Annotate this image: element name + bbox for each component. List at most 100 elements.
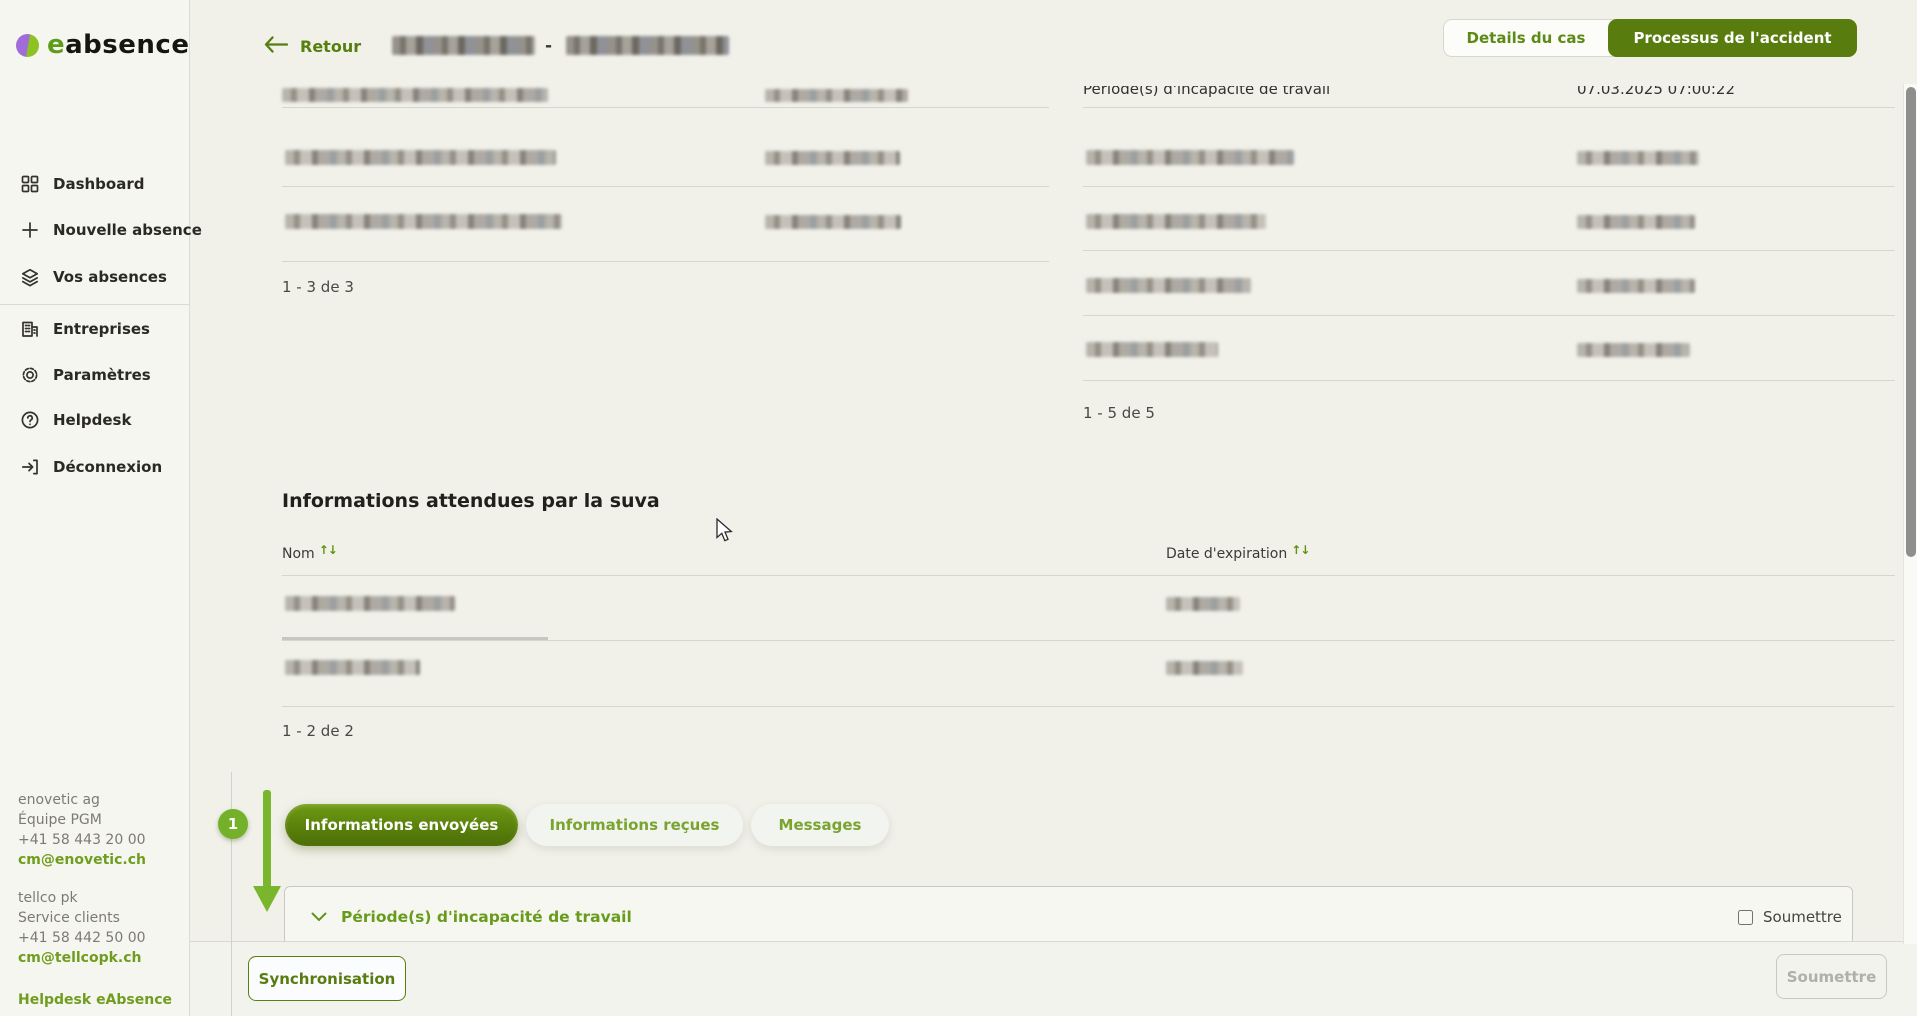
nom-sort-header[interactable]: Nom ↑↓ [282, 546, 337, 562]
scrollbar-track[interactable] [1903, 84, 1917, 944]
redacted-text [1086, 278, 1251, 293]
back-button[interactable]: Retour [264, 36, 361, 57]
annotation-arrowhead-icon [253, 886, 281, 912]
contact-block-enovetic: enovetic ag Équipe PGM +41 58 443 20 00 … [18, 790, 146, 870]
redacted-text [285, 150, 556, 165]
sidebar-item-parametres[interactable]: Paramètres [20, 362, 151, 388]
redacted-text [285, 660, 420, 675]
row-divider [1083, 315, 1895, 316]
tab-details-du-cas[interactable]: Details du cas [1444, 20, 1608, 56]
left-table-pagination: 1 - 3 de 3 [282, 278, 354, 296]
column-label: Date d'expiration [1166, 546, 1287, 562]
contact-line: enovetic ag [18, 790, 146, 810]
scrollbar-thumb[interactable] [1906, 87, 1916, 557]
sidebar-item-label: Entreprises [53, 320, 150, 338]
dashboard-icon [20, 174, 40, 194]
case-number-redacted [566, 36, 729, 55]
sidebar-item-label: Nouvelle absence [53, 221, 202, 239]
action-bar: Synchronisation Soumettre [190, 941, 1917, 1016]
redacted-text [1086, 150, 1294, 165]
sidebar-item-dashboard[interactable]: Dashboard [20, 171, 144, 197]
right-table-first-label: Période(s) d'incapacité de travail [1083, 86, 1330, 98]
redacted-text [1577, 151, 1699, 165]
logo-text-e: e [47, 30, 65, 60]
redacted-text [282, 88, 548, 102]
contact-line: Équipe PGM [18, 810, 146, 830]
case-tabs: Details du cas Processus de l'accident [1443, 19, 1857, 57]
row-divider [1083, 186, 1895, 187]
email-link-tellco[interactable]: cm@tellcopk.ch [18, 950, 142, 966]
row-divider [282, 706, 1895, 707]
logo-text: eabsence [47, 30, 189, 60]
row-divider [1083, 250, 1895, 251]
row-divider [282, 640, 1895, 641]
plus-icon [20, 220, 40, 240]
contact-line: tellco pk [18, 888, 146, 908]
contact-line: +41 58 443 20 00 [18, 830, 146, 850]
redacted-text [1086, 342, 1218, 357]
sidebar-item-nouvelle-absence[interactable]: Nouvelle absence [20, 217, 202, 243]
row-divider [282, 186, 1049, 187]
soumettre-checkbox-label: Soumettre [1763, 908, 1842, 926]
sidebar-item-label: Dashboard [53, 175, 144, 193]
soumettre-checkbox[interactable] [1738, 910, 1753, 925]
sort-icon: ↑↓ [1291, 543, 1309, 557]
pill-informations-envoyees[interactable]: Informations envoyées [285, 804, 518, 846]
accordion-title: Période(s) d'incapacité de travail [341, 908, 632, 926]
pill-messages[interactable]: Messages [751, 804, 889, 846]
sidebar: eabsence Dashboard Nouvelle absence Vos … [0, 0, 190, 1016]
sidebar-item-vos-absences[interactable]: Vos absences [20, 264, 167, 290]
email-link-enovetic[interactable]: cm@enovetic.ch [18, 852, 146, 868]
contact-line: +41 58 442 50 00 [18, 928, 146, 948]
row-divider [1083, 380, 1895, 381]
logout-icon [20, 457, 40, 477]
tab-processus-accident[interactable]: Processus de l'accident [1608, 19, 1857, 57]
suva-table-pagination: 1 - 2 de 2 [282, 722, 354, 740]
contact-line: Service clients [18, 908, 146, 928]
helpdesk-eabsence-link[interactable]: Helpdesk eAbsence [18, 992, 172, 1008]
redacted-text [1577, 215, 1695, 229]
app-logo[interactable]: eabsence [16, 30, 189, 60]
back-label: Retour [300, 37, 361, 56]
pill-informations-recues[interactable]: Informations reçues [526, 804, 743, 846]
back-arrow-icon [264, 36, 288, 57]
right-table-pagination: 1 - 5 de 5 [1083, 404, 1155, 422]
synchronisation-button[interactable]: Synchronisation [248, 956, 406, 1001]
sidebar-item-entreprises[interactable]: Entreprises [20, 316, 150, 342]
sidebar-item-label: Paramètres [53, 366, 151, 384]
chevron-down-icon [311, 907, 327, 926]
contact-block-tellco: tellco pk Service clients +41 58 442 50 … [18, 888, 146, 968]
mouse-cursor-icon [716, 518, 734, 548]
case-title-separator: - [545, 36, 552, 56]
redacted-text [1577, 279, 1695, 293]
logo-text-rest: absence [65, 30, 189, 60]
submit-button-disabled[interactable]: Soumettre [1776, 954, 1887, 999]
redacted-text [1166, 597, 1240, 611]
case-title-redacted [392, 36, 535, 55]
redacted-text [1086, 214, 1266, 229]
redacted-text [765, 151, 900, 165]
gear-icon [20, 365, 40, 385]
redacted-text [765, 215, 901, 229]
sidebar-item-helpdesk[interactable]: Helpdesk [20, 407, 131, 433]
redacted-text [285, 596, 455, 611]
expiry-sort-header[interactable]: Date d'expiration ↑↓ [1166, 546, 1309, 562]
annotation-step-badge: 1 [218, 809, 248, 839]
annotation-arrow [263, 790, 271, 888]
accordion-header[interactable]: Période(s) d'incapacité de travail [311, 907, 632, 926]
sidebar-item-deconnexion[interactable]: Déconnexion [20, 454, 162, 480]
sort-icon: ↑↓ [319, 543, 337, 557]
table-header-divider [282, 575, 1895, 576]
redacted-text [1166, 661, 1243, 675]
layers-icon [20, 267, 40, 287]
eabsence-app: eabsence Dashboard Nouvelle absence Vos … [0, 0, 1917, 1016]
sidebar-item-label: Helpdesk [53, 411, 131, 429]
question-circle-icon [20, 410, 40, 430]
redacted-text [765, 89, 908, 102]
redacted-text [1577, 343, 1690, 357]
building-icon [20, 319, 40, 339]
helpdesk-link-wrap: Helpdesk eAbsence [18, 990, 172, 1010]
logo-orb-icon [16, 34, 39, 57]
right-table-first-value: 07.03.2025 07:00:22 [1577, 86, 1735, 98]
sidebar-item-label: Déconnexion [53, 458, 162, 476]
